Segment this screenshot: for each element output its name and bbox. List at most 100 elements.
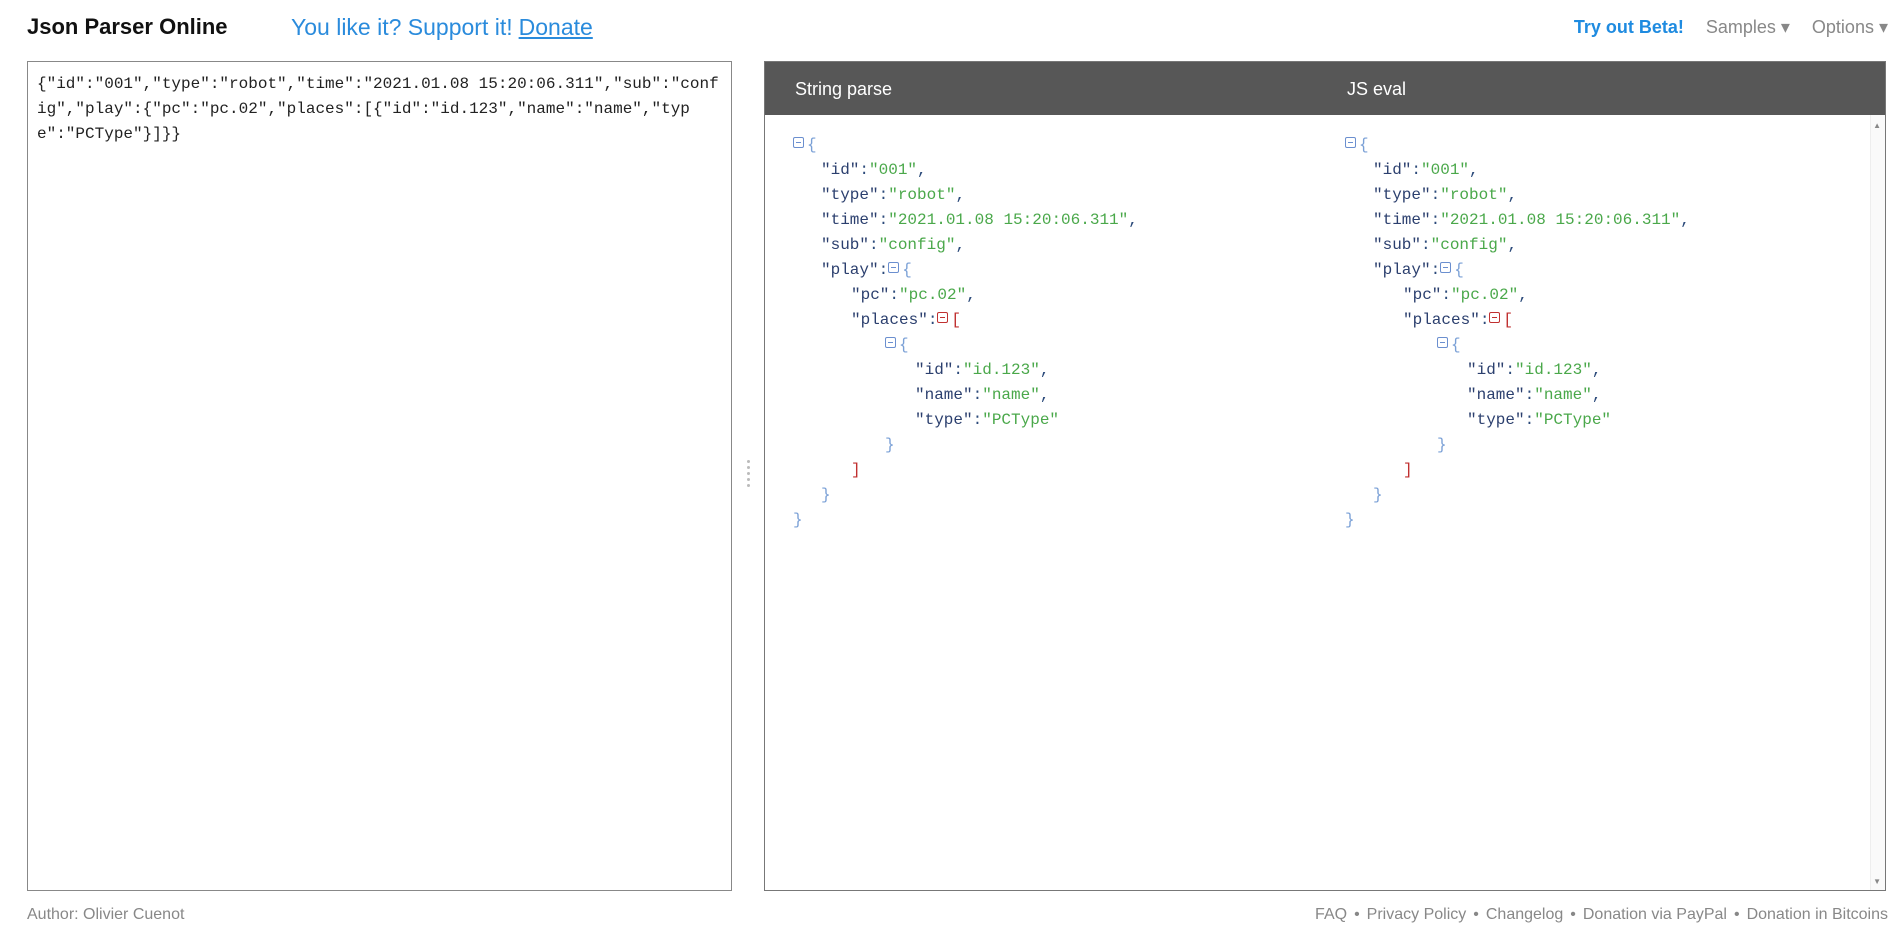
- tree-line: "time":"2021.01.08 15:20:06.311",: [1345, 208, 1690, 233]
- tree-line: }: [793, 508, 1138, 533]
- json-string-value: "id.123": [1515, 361, 1592, 379]
- json-punctuation: ,: [1591, 361, 1602, 379]
- json-string-value: "name": [1534, 386, 1592, 404]
- options-menu[interactable]: Options ▾: [1812, 17, 1888, 38]
- tree-line: "id":"id.123",: [1345, 358, 1690, 383]
- json-input-textarea[interactable]: [28, 62, 731, 890]
- json-punctuation: :: [878, 186, 889, 204]
- changelog-link[interactable]: Changelog: [1486, 906, 1563, 923]
- json-key: "name": [915, 386, 973, 404]
- collapse-toggle-icon[interactable]: [885, 337, 896, 349]
- json-string-value: "config": [1430, 236, 1508, 254]
- try-beta-link[interactable]: Try out Beta!: [1574, 17, 1684, 38]
- json-key: "type": [915, 411, 973, 429]
- json-punctuation: :: [1430, 261, 1441, 279]
- json-string-value: "id.123": [963, 361, 1040, 379]
- json-brace: }: [1373, 486, 1383, 504]
- tree-line: "places": [: [1345, 308, 1690, 333]
- json-punctuation: :: [1441, 286, 1452, 304]
- tree-line: "pc":"pc.02",: [1345, 283, 1690, 308]
- json-string-value: "PCType": [982, 411, 1060, 429]
- json-string-value: "robot": [1440, 186, 1508, 204]
- json-bracket: ]: [1403, 461, 1413, 479]
- tree-line: ]: [793, 458, 1138, 483]
- json-string-value: "pc.02": [1451, 286, 1519, 304]
- donation-paypal-link[interactable]: Donation via PayPal: [1583, 906, 1727, 923]
- json-key: "id": [1467, 361, 1506, 379]
- json-punctuation: :: [1421, 236, 1431, 254]
- json-bracket: [: [1503, 311, 1514, 329]
- json-key: "play": [821, 261, 879, 279]
- json-punctuation: :: [1505, 361, 1516, 379]
- json-string-value: "2021.01.08 15:20:06.311": [1440, 211, 1681, 229]
- scroll-down-arrow-icon[interactable]: ▼: [1873, 877, 1881, 886]
- json-brace: }: [821, 486, 831, 504]
- tree-line: }: [1345, 433, 1690, 458]
- support-text: You like it? Support it!: [291, 14, 513, 40]
- json-key: "time": [821, 211, 879, 229]
- tree-line: "type":"robot",: [1345, 183, 1690, 208]
- tree-line: "play": {: [793, 258, 1138, 283]
- tree-line: {: [1345, 333, 1690, 358]
- collapse-toggle-icon[interactable]: [793, 137, 804, 149]
- json-punctuation: ,: [955, 186, 966, 204]
- json-input-editor: [27, 61, 732, 891]
- footer-links: FAQ • Privacy Policy • Changelog • Donation vi…: [1315, 906, 1888, 924]
- tree-line: {: [1345, 133, 1690, 158]
- donate-link[interactable]: Donate: [519, 14, 593, 40]
- tree-line: }: [793, 483, 1138, 508]
- json-brace: }: [793, 511, 803, 529]
- tree-line: }: [793, 433, 1138, 458]
- json-key: "pc": [1403, 286, 1442, 304]
- samples-menu[interactable]: Samples ▾: [1706, 17, 1790, 38]
- collapse-toggle-icon[interactable]: [1345, 137, 1356, 149]
- json-brace: }: [885, 436, 895, 454]
- tree-line: "type":"PCType": [793, 408, 1138, 433]
- donation-bitcoins-link[interactable]: Donation in Bitcoins: [1747, 906, 1888, 923]
- json-punctuation: ,: [966, 286, 976, 304]
- tab-js-eval[interactable]: JS eval: [1347, 79, 1406, 100]
- json-punctuation: ,: [1039, 386, 1050, 404]
- tree-line: ]: [1345, 458, 1690, 483]
- tree-line: {: [793, 133, 1138, 158]
- json-punctuation: :: [953, 361, 964, 379]
- json-string-value: "001": [869, 161, 918, 179]
- tree-line: "sub":"config",: [1345, 233, 1690, 258]
- privacy-policy-link[interactable]: Privacy Policy: [1367, 906, 1467, 923]
- tree-line: "play": {: [1345, 258, 1690, 283]
- tab-string-parse[interactable]: String parse: [795, 79, 892, 100]
- json-brace: {: [807, 136, 817, 154]
- json-key: "name": [1467, 386, 1525, 404]
- json-punctuation: :: [927, 311, 938, 329]
- json-bracket: [: [951, 311, 962, 329]
- pane-splitter-handle[interactable]: [745, 460, 751, 496]
- collapse-toggle-icon[interactable]: [937, 312, 949, 324]
- scroll-up-arrow-icon[interactable]: ▲: [1873, 121, 1881, 130]
- tree-line: "id":"id.123",: [793, 358, 1138, 383]
- collapse-toggle-icon[interactable]: [1489, 312, 1501, 324]
- json-punctuation: :: [859, 161, 870, 179]
- json-punctuation: :: [878, 261, 889, 279]
- tree-line: "name":"name",: [793, 383, 1138, 408]
- json-punctuation: ,: [1128, 211, 1138, 229]
- collapse-toggle-icon[interactable]: [1440, 262, 1452, 274]
- json-punctuation: ,: [955, 236, 966, 254]
- json-punctuation: :: [869, 236, 879, 254]
- json-brace: {: [1451, 336, 1461, 354]
- faq-link[interactable]: FAQ: [1315, 906, 1347, 923]
- json-brace: {: [1454, 261, 1464, 279]
- json-key: "places": [851, 311, 928, 329]
- json-key: "time": [1373, 211, 1431, 229]
- collapse-toggle-icon[interactable]: [1437, 337, 1448, 349]
- tree-line: }: [1345, 508, 1690, 533]
- json-punctuation: ,: [1680, 211, 1690, 229]
- support-message: You like it? Support it! Donate: [291, 14, 593, 41]
- results-scrollbar[interactable]: [1870, 115, 1885, 890]
- json-key: "pc": [851, 286, 890, 304]
- tree-line: }: [1345, 483, 1690, 508]
- tree-line: "type":"robot",: [793, 183, 1138, 208]
- json-key: "id": [915, 361, 954, 379]
- json-string-value: "name": [982, 386, 1040, 404]
- json-punctuation: ,: [1507, 186, 1518, 204]
- collapse-toggle-icon[interactable]: [888, 262, 900, 274]
